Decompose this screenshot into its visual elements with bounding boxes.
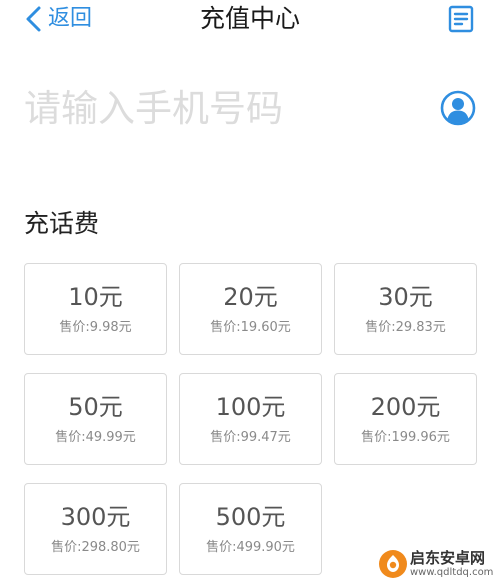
denomination-card-30[interactable]: 30元 售价:29.83元 (334, 263, 477, 355)
card-price: 售价:29.83元 (365, 320, 446, 335)
back-label: 返回 (48, 6, 93, 31)
phone-input-row (0, 76, 500, 140)
watermark: 启东安卓网 www.qdltdq.com (378, 547, 498, 583)
denomination-card-300[interactable]: 300元 售价:298.80元 (24, 483, 167, 575)
denomination-card-500[interactable]: 500元 售价:499.90元 (179, 483, 322, 575)
watermark-url: www.qdltdq.com (410, 567, 494, 578)
contact-picker-button[interactable] (440, 90, 476, 126)
card-amount: 500元 (215, 503, 286, 531)
card-amount: 30元 (378, 283, 433, 311)
chevron-left-icon (26, 6, 41, 32)
document-list-icon (448, 5, 474, 33)
card-price: 售价:19.60元 (210, 320, 291, 335)
card-price: 售价:199.96元 (361, 430, 450, 445)
watermark-logo-icon (378, 549, 408, 579)
section-title: 充话费 (24, 209, 100, 238)
card-amount: 10元 (68, 283, 123, 311)
denomination-card-20[interactable]: 20元 售价:19.60元 (179, 263, 322, 355)
card-amount: 100元 (215, 393, 286, 421)
card-amount: 300元 (60, 503, 131, 531)
records-button[interactable] (448, 5, 474, 33)
recharge-page: 返回 充值中心 充话费 10元 售价:9.98元 (0, 0, 500, 585)
card-price: 售价:49.99元 (55, 430, 136, 445)
denomination-card-50[interactable]: 50元 售价:49.99元 (24, 373, 167, 465)
card-amount: 20元 (223, 283, 278, 311)
denomination-card-100[interactable]: 100元 售价:99.47元 (179, 373, 322, 465)
card-price: 售价:499.90元 (206, 540, 295, 555)
denomination-card-10[interactable]: 10元 售价:9.98元 (24, 263, 167, 355)
card-price: 售价:298.80元 (51, 540, 140, 555)
denomination-card-200[interactable]: 200元 售价:199.96元 (334, 373, 477, 465)
card-amount: 200元 (370, 393, 441, 421)
card-price: 售价:9.98元 (59, 320, 132, 335)
back-button[interactable]: 返回 (22, 4, 92, 34)
phone-number-input[interactable] (24, 80, 424, 136)
card-price: 售价:99.47元 (210, 430, 291, 445)
card-amount: 50元 (68, 393, 123, 421)
contact-person-icon (440, 90, 476, 126)
watermark-title: 启东安卓网 (410, 549, 486, 567)
navigation-bar: 返回 充值中心 (0, 0, 500, 40)
